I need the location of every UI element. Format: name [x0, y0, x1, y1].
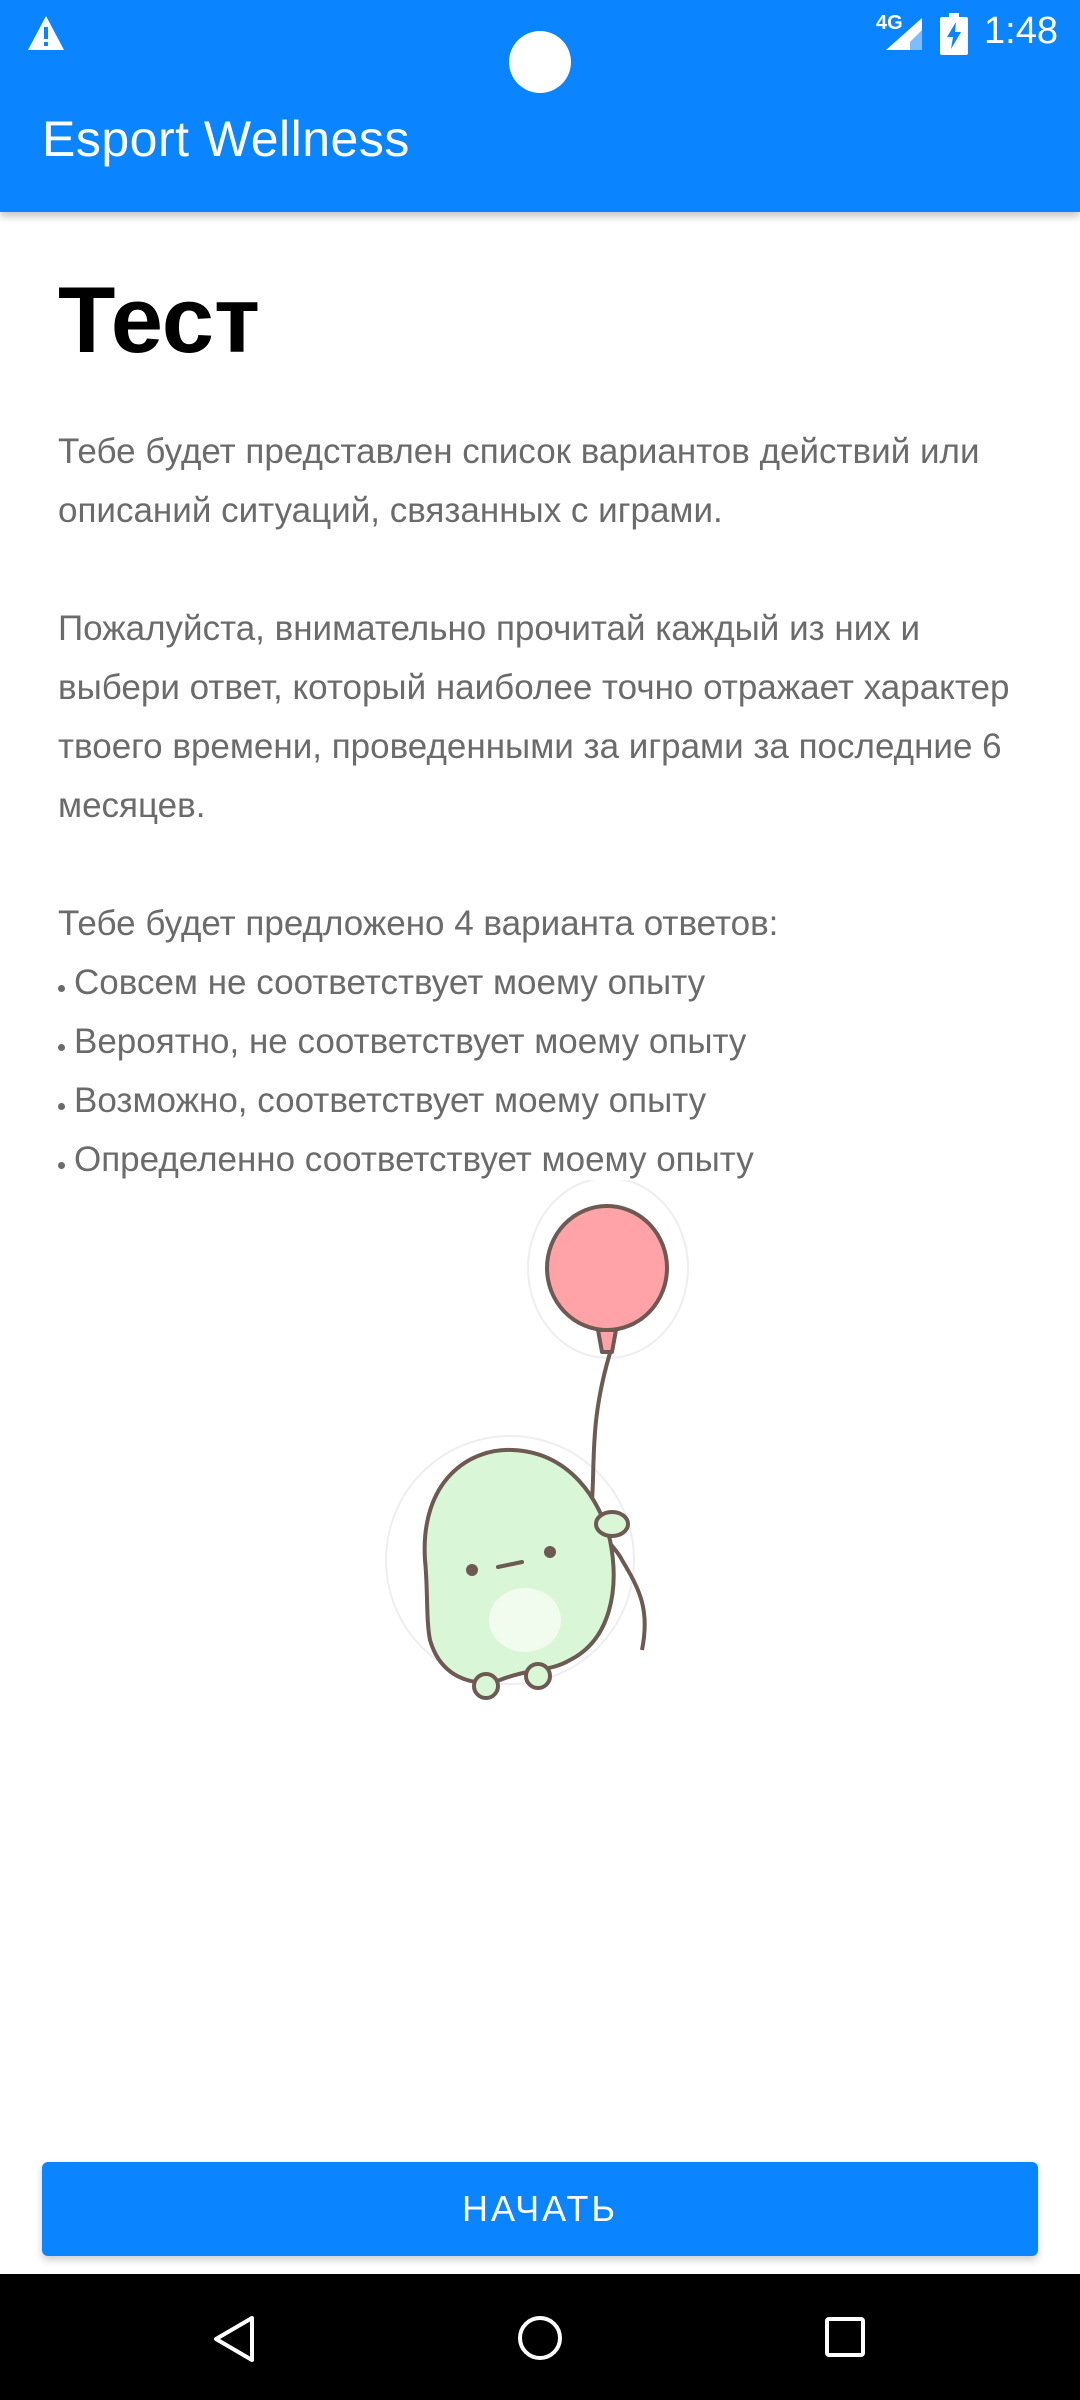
- intro-content: Тест Тебе будет представлен список вариа…: [58, 260, 1028, 1189]
- answer-count-paragraph: Тебе будет предложено 4 варианта ответов…: [58, 904, 779, 943]
- answer-option: Вероятно, не соответствует моему опыту: [58, 1012, 1028, 1071]
- status-time: 1:48: [984, 10, 1058, 52]
- instruction-paragraph: Пожалуйста, внимательно прочитай каждый …: [58, 609, 1010, 825]
- app-header: 4G 1:48 Esport Wellness: [0, 0, 1080, 212]
- answer-option: Совсем не соответствует моему опыту: [58, 953, 1028, 1012]
- status-bar: 4G 1:48: [0, 0, 1080, 93]
- answer-options-list: Совсем не соответствует моему опыту Веро…: [58, 953, 1028, 1189]
- start-button[interactable]: НАЧАТЬ: [42, 2162, 1038, 2256]
- page-title: Тест: [58, 267, 261, 372]
- camera-cutout: [509, 31, 571, 93]
- signal-icon: [886, 18, 922, 50]
- warning-icon: [28, 16, 64, 50]
- answer-option: Возможно, соответствует моему опыту: [58, 1071, 1028, 1130]
- back-icon[interactable]: [210, 2314, 258, 2364]
- battery-charging-icon: [940, 13, 968, 55]
- intro-paragraph: Тебе будет представлен список вариантов …: [58, 432, 980, 530]
- recents-icon[interactable]: [824, 2316, 866, 2358]
- system-nav-bar: [0, 2274, 1080, 2400]
- app-title: Esport Wellness: [42, 111, 410, 167]
- home-icon[interactable]: [516, 2314, 564, 2362]
- creature-balloon-illustration: [385, 1180, 689, 1700]
